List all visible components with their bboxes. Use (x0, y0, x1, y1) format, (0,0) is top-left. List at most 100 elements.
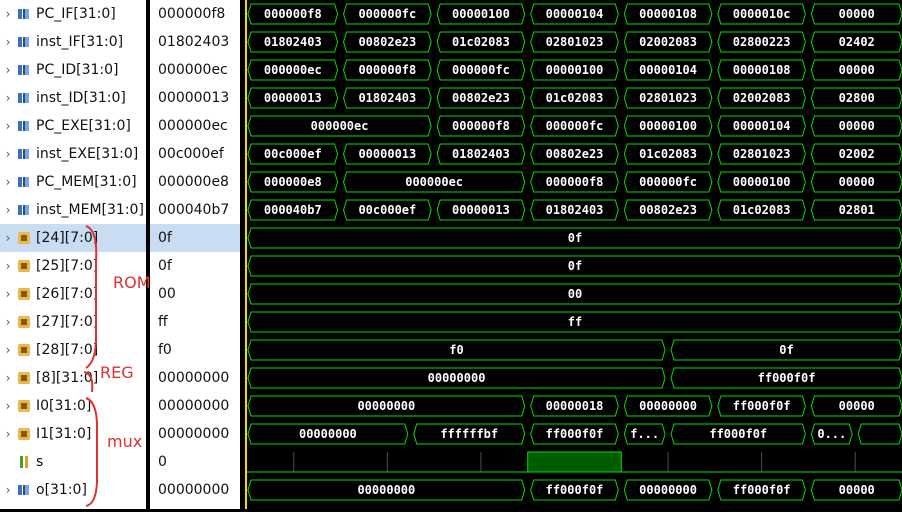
bus-signal-icon (18, 204, 30, 216)
signal-value[interactable]: 000000ec (150, 56, 240, 84)
signal-name: PC_EXE[31:0] (36, 118, 131, 134)
bus-value-label: f0 (449, 343, 463, 357)
bus-value-label: 0... (817, 427, 846, 441)
signal-value[interactable]: 00 (150, 280, 240, 308)
signal-row-28-7-0[interactable]: › [28][7:0] (0, 336, 146, 364)
expand-chevron-icon[interactable]: › (0, 147, 16, 161)
bus-value-label: 02402 (839, 35, 875, 49)
expand-chevron-icon[interactable]: › (0, 231, 16, 245)
bit-high-pulse (527, 451, 622, 473)
expand-chevron-icon[interactable]: › (0, 483, 16, 497)
bus-value-label: 01c02083 (733, 203, 791, 217)
bus-value-label: 02801023 (639, 91, 697, 105)
bus-value-label: 000000fc (546, 119, 604, 133)
expand-chevron-icon[interactable]: › (0, 119, 16, 133)
bus-value-label: 000040b7 (264, 203, 322, 217)
bus-value-label: 01c02083 (452, 35, 510, 49)
signal-value[interactable]: 01802403 (150, 28, 240, 56)
signal-row-inst-if-31-0[interactable]: › inst_IF[31:0] (0, 28, 146, 56)
expand-chevron-icon[interactable]: › (0, 203, 16, 217)
bus-value-label: 01802403 (358, 91, 416, 105)
signal-value[interactable]: 0f (150, 252, 240, 280)
bus-value-label: 000000fc (452, 63, 510, 77)
bus-value-label: ff (568, 315, 582, 329)
signal-row-o-31-0[interactable]: › o[31:0] (0, 476, 146, 504)
mem-signal-icon (18, 344, 30, 356)
bus-value-label: 01c02083 (546, 91, 604, 105)
bus-value-label: 02800223 (733, 35, 791, 49)
bus-value-label: 000000ec (264, 63, 322, 77)
bus-value-label: 00 (568, 287, 582, 301)
signal-value[interactable]: 00000000 (150, 420, 240, 448)
bus-value-label: 00000000 (299, 427, 357, 441)
annotation-brackets (83, 225, 99, 507)
signal-name: inst_ID[31:0] (36, 90, 126, 106)
mem-signal-icon (18, 260, 30, 272)
signal-value[interactable]: 000000e8 (150, 168, 240, 196)
signal-name: PC_MEM[31:0] (36, 174, 137, 190)
signal-value[interactable]: 0 (150, 448, 240, 476)
expand-chevron-icon[interactable]: › (0, 175, 16, 189)
signal-name: inst_EXE[31:0] (36, 146, 139, 162)
signal-row-27-7-0[interactable]: › [27][7:0] (0, 308, 146, 336)
bus-value-label: 00000 (839, 483, 875, 497)
expand-chevron-icon[interactable]: › (0, 315, 16, 329)
signal-value[interactable]: 00000000 (150, 392, 240, 420)
signal-value[interactable]: 000000ec (150, 112, 240, 140)
expand-chevron-icon[interactable]: › (0, 259, 16, 273)
signal-row-inst-exe-31-0[interactable]: › inst_EXE[31:0] (0, 140, 146, 168)
bus-value-label: 00000000 (639, 483, 697, 497)
bus-value-label: 00000104 (639, 63, 697, 77)
expand-chevron-icon[interactable]: › (0, 371, 16, 385)
bus-signal-icon (18, 64, 30, 76)
expand-chevron-icon[interactable]: › (0, 7, 16, 21)
mem-signal-icon (18, 400, 30, 412)
signal-value[interactable]: ff (150, 308, 240, 336)
expand-chevron-icon[interactable]: › (0, 91, 16, 105)
signal-row-pc-id-31-0[interactable]: › PC_ID[31:0] (0, 56, 146, 84)
bus-value-label: 00c000ef (264, 147, 322, 161)
expand-chevron-icon[interactable]: › (0, 287, 16, 301)
signal-row-i0-31-0[interactable]: › I0[31:0] (0, 392, 146, 420)
bus-value-label: 00000018 (546, 399, 604, 413)
signal-value[interactable]: f0 (150, 336, 240, 364)
signal-row-s[interactable]: s (0, 448, 146, 476)
signal-name: s (36, 454, 44, 470)
signal-value[interactable]: 00000013 (150, 84, 240, 112)
bus-value-label: ff000f0f (733, 483, 791, 497)
expand-chevron-icon[interactable]: › (0, 399, 16, 413)
expand-chevron-icon[interactable]: › (0, 35, 16, 49)
bus-value-label: ff000f0f (709, 427, 767, 441)
expand-chevron-icon[interactable]: › (0, 343, 16, 357)
signal-value[interactable]: 00c000ef (150, 140, 240, 168)
annotation-rom: ROM (113, 273, 151, 292)
signal-value[interactable]: 00000000 (150, 364, 240, 392)
bus-value-label: 00000 (839, 175, 875, 189)
bus-value-label: 000000ec (405, 175, 463, 189)
bus-signal-icon (18, 36, 30, 48)
signal-row-pc-if-31-0[interactable]: › PC_IF[31:0] (0, 0, 146, 28)
bus-value-label: 000000f8 (264, 7, 322, 21)
expand-chevron-icon[interactable]: › (0, 63, 16, 77)
signal-value[interactable]: 000000f8 (150, 0, 240, 28)
bus-value-label: 00000 (839, 7, 875, 21)
signal-value[interactable]: 0f (150, 224, 240, 252)
bus-value-label: 0f (779, 343, 793, 357)
signal-row-inst-mem-31-0[interactable]: › inst_MEM[31:0] (0, 196, 146, 224)
signal-row-pc-mem-31-0[interactable]: › PC_MEM[31:0] (0, 168, 146, 196)
signal-row-24-7-0[interactable]: › [24][7:0] (0, 224, 146, 252)
signal-row-pc-exe-31-0[interactable]: › PC_EXE[31:0] (0, 112, 146, 140)
signal-value[interactable]: 00000000 (150, 476, 240, 504)
bus-value-label: 02801 (839, 203, 875, 217)
bus-value-label: ff000f0f (546, 483, 604, 497)
bus-value-label: 00802e23 (639, 203, 697, 217)
bus-value-label: 000000e8 (264, 175, 322, 189)
bus-value-label: 00802e23 (358, 35, 416, 49)
bus-value-label: 00000 (839, 399, 875, 413)
bus-value-label: 000000f8 (452, 119, 510, 133)
signal-row-inst-id-31-0[interactable]: › inst_ID[31:0] (0, 84, 146, 112)
bus-value-label: 000000f8 (546, 175, 604, 189)
signal-value[interactable]: 000040b7 (150, 196, 240, 224)
expand-chevron-icon[interactable]: › (0, 427, 16, 441)
waveform-canvas[interactable]: 000000f8 000000fc 00000100 00000104 00000108… (247, 0, 902, 509)
